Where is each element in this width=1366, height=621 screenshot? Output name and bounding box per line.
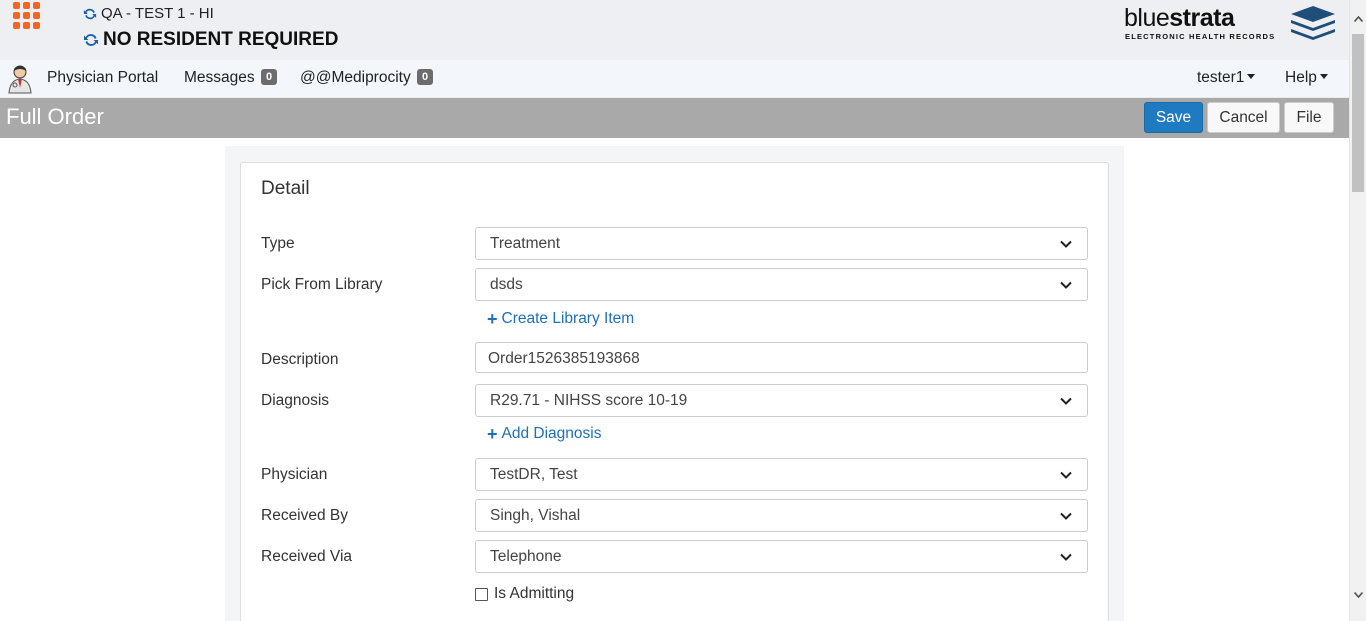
nav-physician-portal[interactable]: Physician Portal bbox=[47, 60, 158, 98]
messages-count-badge: 0 bbox=[260, 69, 278, 85]
is-admitting-label: Is Admitting bbox=[494, 585, 575, 602]
caret-down-icon bbox=[1319, 74, 1328, 79]
description-value: Order1526385193868 bbox=[488, 350, 640, 367]
chevron-down-icon bbox=[1060, 240, 1072, 248]
help-label: Help bbox=[1285, 69, 1317, 86]
chevron-down-icon bbox=[1060, 512, 1072, 520]
nav-mediprocity[interactable]: @@Mediprocity 0 bbox=[300, 60, 434, 98]
create-library-item-label: Create Library Item bbox=[501, 310, 635, 327]
top-header: QA - TEST 1 - HI NO RESIDENT REQUIRED bl… bbox=[0, 0, 1349, 60]
received-by-value: Singh, Vishal bbox=[490, 507, 581, 524]
refresh-icon[interactable] bbox=[83, 7, 97, 21]
library-value: dsds bbox=[490, 276, 523, 293]
brand-wordmark: bluestrata bbox=[1124, 4, 1235, 32]
is-admitting-row: Is Admitting bbox=[475, 585, 574, 603]
type-value: Treatment bbox=[490, 235, 561, 252]
type-label: Type bbox=[261, 235, 295, 252]
facility-name: QA - TEST 1 - HI bbox=[101, 5, 214, 22]
apps-grid-icon[interactable] bbox=[13, 2, 40, 29]
chevron-down-icon bbox=[1060, 471, 1072, 479]
messages-label: Messages bbox=[184, 69, 255, 86]
create-library-item-link[interactable]: + Create Library Item bbox=[487, 310, 634, 328]
brand-tagline: ELECTRONIC HEALTH RECORDS bbox=[1125, 32, 1276, 41]
panel-title: Detail bbox=[261, 178, 310, 199]
page-title: Full Order bbox=[6, 104, 104, 129]
plus-icon: + bbox=[487, 309, 498, 329]
library-select[interactable]: dsds bbox=[475, 268, 1088, 301]
received-via-select[interactable]: Telephone bbox=[475, 540, 1088, 573]
scroll-down-arrow-icon[interactable] bbox=[1354, 592, 1363, 598]
user-name: tester1 bbox=[1197, 69, 1245, 86]
stacked-layers-logo-icon bbox=[1291, 6, 1335, 40]
physician-value: TestDR, Test bbox=[490, 466, 578, 483]
resident-selector[interactable]: NO RESIDENT REQUIRED bbox=[83, 29, 338, 51]
physician-avatar-icon[interactable] bbox=[6, 64, 34, 94]
user-menu[interactable]: tester1 bbox=[1197, 60, 1256, 98]
plus-icon: + bbox=[487, 424, 498, 444]
save-button[interactable]: Save bbox=[1144, 102, 1203, 133]
scroll-up-arrow-icon[interactable] bbox=[1354, 16, 1363, 22]
main-navbar: Physician Portal Messages 0 @@Mediprocit… bbox=[0, 60, 1349, 98]
bluestrata-logo: bluestrata ELECTRONIC HEALTH RECORDS bbox=[1124, 5, 1336, 45]
page-title-bar: Full Order Save Cancel File bbox=[0, 98, 1349, 138]
physician-label: Physician bbox=[261, 466, 328, 483]
page-scrollbar[interactable] bbox=[1349, 0, 1366, 621]
physician-select[interactable]: TestDR, Test bbox=[475, 458, 1088, 491]
is-admitting-checkbox[interactable] bbox=[475, 587, 488, 601]
scroll-thumb[interactable] bbox=[1352, 34, 1364, 192]
diagnosis-label: Diagnosis bbox=[261, 392, 330, 409]
help-menu[interactable]: Help bbox=[1285, 60, 1328, 98]
mediprocity-count-badge: 0 bbox=[417, 69, 434, 85]
received-via-label: Received Via bbox=[261, 548, 353, 565]
type-select[interactable]: Treatment bbox=[475, 227, 1088, 260]
library-label: Pick From Library bbox=[261, 276, 383, 293]
chevron-down-icon bbox=[1060, 553, 1072, 561]
chevron-down-icon bbox=[1060, 281, 1072, 289]
received-by-label: Received By bbox=[261, 507, 349, 524]
diagnosis-select[interactable]: R29.71 - NIHSS score 10-19 bbox=[475, 384, 1088, 417]
resident-name: NO RESIDENT REQUIRED bbox=[103, 29, 339, 50]
add-diagnosis-label: Add Diagnosis bbox=[501, 425, 602, 442]
nav-messages[interactable]: Messages 0 bbox=[184, 60, 278, 98]
add-diagnosis-link[interactable]: + Add Diagnosis bbox=[487, 425, 601, 443]
refresh-icon[interactable] bbox=[83, 32, 99, 48]
mediprocity-label: @@Mediprocity bbox=[300, 69, 411, 86]
description-input[interactable]: Order1526385193868 bbox=[475, 342, 1088, 373]
facility-selector[interactable]: QA - TEST 1 - HI bbox=[83, 5, 214, 22]
file-button[interactable]: File bbox=[1284, 102, 1334, 133]
cancel-button[interactable]: Cancel bbox=[1207, 102, 1280, 133]
description-label: Description bbox=[261, 351, 339, 368]
caret-down-icon bbox=[1247, 74, 1256, 79]
chevron-down-icon bbox=[1060, 397, 1072, 405]
received-via-value: Telephone bbox=[490, 548, 562, 565]
received-by-select[interactable]: Singh, Vishal bbox=[475, 499, 1088, 532]
diagnosis-value: R29.71 - NIHSS score 10-19 bbox=[490, 392, 688, 409]
